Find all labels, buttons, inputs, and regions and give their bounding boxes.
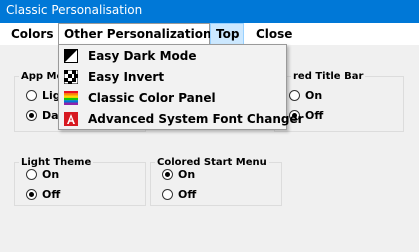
group-colored-title-bar-caption: red Title Bar <box>291 70 366 83</box>
menu-item-label: Classic Color Panel <box>88 91 216 105</box>
classic-color-panel-icon <box>64 91 78 105</box>
menubar: Colors Other Personalization Top Close <box>0 23 419 45</box>
menu-item-label: Easy Invert <box>88 70 165 84</box>
radio-circle <box>26 169 37 180</box>
radio-light-theme-on[interactable]: On <box>26 167 59 183</box>
radio-start-menu-off[interactable]: Off <box>162 187 196 203</box>
radio-label: Off <box>305 109 324 122</box>
radio-circle <box>26 189 37 200</box>
menu-item-easy-dark-mode[interactable]: Easy Dark Mode <box>61 46 284 67</box>
radio-app-mode-light[interactable]: Lig <box>26 88 61 104</box>
radio-circle <box>26 90 37 101</box>
radio-label: On <box>305 89 323 102</box>
radio-title-bar-on[interactable]: On <box>289 88 322 104</box>
radio-circle <box>26 110 37 121</box>
radio-label: Off <box>178 188 197 201</box>
radio-circle <box>162 169 173 180</box>
group-colored-start-menu: Colored Start Menu On Off <box>150 156 282 206</box>
radio-circle <box>289 90 300 101</box>
radio-label: On <box>42 168 60 181</box>
radio-start-menu-on[interactable]: On <box>162 167 195 183</box>
radio-label: Off <box>42 188 61 201</box>
radio-circle <box>162 189 173 200</box>
menu-item-label: Easy Dark Mode <box>88 49 197 63</box>
radio-light-theme-off[interactable]: Off <box>26 187 60 203</box>
menu-item-classic-color-panel[interactable]: Classic Color Panel <box>61 88 284 109</box>
menu-close[interactable]: Close <box>251 23 297 45</box>
window-title: Classic Personalisation <box>0 0 419 23</box>
easy-dark-mode-icon <box>64 49 78 63</box>
group-light-theme: Light Theme On Off <box>14 156 146 206</box>
radio-label: On <box>178 168 196 181</box>
menu-top[interactable]: Top <box>210 23 244 45</box>
menu-item-easy-invert[interactable]: Easy Invert <box>61 67 284 88</box>
menu-colors[interactable]: Colors <box>6 23 58 45</box>
easy-invert-icon <box>64 70 78 84</box>
menu-other-personalization[interactable]: Other Personalization <box>58 23 212 45</box>
menu-item-advanced-font-changer[interactable]: Advanced System Font Changer <box>61 109 304 130</box>
font-changer-icon <box>64 112 78 126</box>
menu-item-label: Advanced System Font Changer <box>88 112 304 126</box>
other-personalization-dropdown: Easy Dark Mode Easy Invert Classic Color… <box>58 44 304 130</box>
